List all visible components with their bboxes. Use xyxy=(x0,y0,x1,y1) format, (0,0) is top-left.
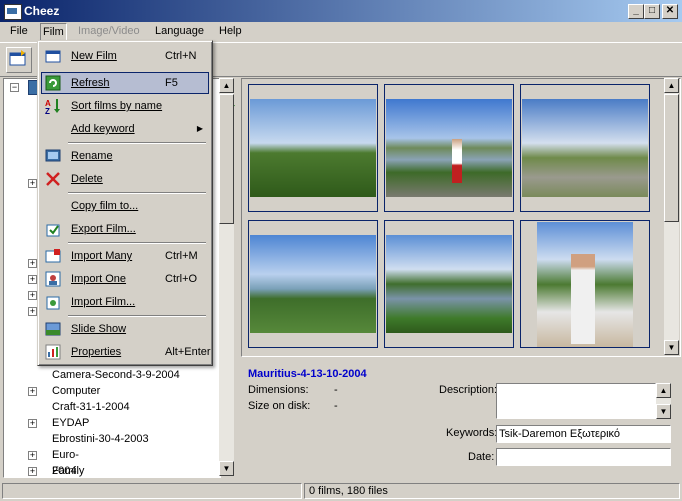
import-many-icon xyxy=(45,249,61,263)
film-info-panel: Mauritius-4-13-10-2004 Dimensions: - Siz… xyxy=(241,360,679,478)
menu-item-properties[interactable]: Properties Alt+Enter xyxy=(41,341,211,363)
tree-scrollbar[interactable]: ▲ ▼ xyxy=(219,78,234,476)
description-scrollbar[interactable]: ▲ ▼ xyxy=(656,383,671,419)
keywords-field[interactable]: Tsik-Daremon Εξωτερικό xyxy=(496,425,671,443)
new-film-icon xyxy=(9,50,26,66)
scroll-up-button[interactable]: ▲ xyxy=(219,78,234,93)
menu-item-add-keyword[interactable]: Add keyword ▶ xyxy=(41,118,209,140)
menu-item-import-film[interactable]: Import Film... xyxy=(41,291,209,313)
tree-item[interactable]: Camera-Second-3-9-2004 xyxy=(52,367,180,383)
app-icon xyxy=(4,4,22,20)
menu-bar: File Film Image/Video Language Help xyxy=(0,22,682,41)
menu-separator xyxy=(68,242,206,244)
dimensions-label: Dimensions: xyxy=(248,384,309,396)
gallery-scrollbar[interactable]: ▲ ▼ xyxy=(664,78,679,355)
photo-thumbnail[interactable] xyxy=(520,84,650,212)
delete-icon xyxy=(46,172,60,186)
photo-thumbnail[interactable] xyxy=(520,220,650,348)
photo-thumbnail[interactable] xyxy=(384,220,514,348)
window-title: Cheez xyxy=(24,4,60,18)
film-menu: New Film Ctrl+N Refresh F5 AZ Sort films b… xyxy=(37,40,213,366)
tree-item-label: EYDAP xyxy=(52,417,90,429)
scroll-up-button[interactable]: ▲ xyxy=(664,78,679,93)
tree-item-label: Computer xyxy=(52,385,101,397)
status-bar: 0 films, 180 files xyxy=(0,481,682,501)
tree-item[interactable]: Ebrostini-30-4-2003 xyxy=(52,431,149,447)
date-field[interactable] xyxy=(496,448,671,466)
menu-item-copy-film[interactable]: Copy film to... xyxy=(41,195,209,217)
photo-thumbnail[interactable] xyxy=(248,84,378,212)
size-value: - xyxy=(334,400,338,412)
import-film-icon xyxy=(46,296,60,310)
rename-icon xyxy=(45,149,61,162)
new-film-toolbar-button[interactable] xyxy=(6,47,32,73)
menu-language[interactable]: Language xyxy=(155,25,204,37)
new-film-icon xyxy=(45,50,61,63)
menu-item-new-film[interactable]: New Film Ctrl+N xyxy=(41,45,209,67)
menu-item-export-film[interactable]: Export Film... xyxy=(41,218,209,240)
minimize-button[interactable]: _ xyxy=(628,4,644,19)
date-label: Date: xyxy=(468,451,495,463)
refresh-icon xyxy=(45,75,61,91)
title-bar: Cheez _ □ ✕ xyxy=(0,0,682,22)
sort-az-icon: AZ xyxy=(45,99,60,114)
import-one-icon xyxy=(45,271,61,287)
tree-item[interactable]: Craft-31-1-2004 xyxy=(52,399,130,415)
scroll-down-button[interactable]: ▼ xyxy=(664,340,679,355)
menu-separator xyxy=(68,315,206,317)
close-button[interactable]: ✕ xyxy=(662,4,678,19)
menu-item-import-one[interactable]: Import One Ctrl+O xyxy=(41,268,209,290)
maximize-button[interactable]: □ xyxy=(644,4,660,19)
menu-item-rename[interactable]: Rename xyxy=(41,145,209,167)
menu-file[interactable]: File xyxy=(10,25,28,37)
description-label: Description: xyxy=(439,384,498,396)
menu-image-video[interactable]: Image/Video xyxy=(78,25,140,37)
scroll-down-button[interactable]: ▼ xyxy=(219,461,234,476)
menu-item-refresh[interactable]: Refresh F5 xyxy=(41,72,209,94)
menu-item-import-many[interactable]: Import Many Ctrl+M xyxy=(41,245,209,267)
photo-thumbnail[interactable] xyxy=(384,84,514,212)
menu-separator xyxy=(68,192,206,194)
slideshow-icon xyxy=(45,322,61,336)
svg-text:Z: Z xyxy=(45,107,50,114)
submenu-arrow-icon: ▶ xyxy=(196,124,203,133)
scroll-thumb[interactable] xyxy=(664,94,679,222)
menu-item-slide-show[interactable]: Slide Show xyxy=(41,318,209,340)
tree-item-label: Family xyxy=(52,465,85,477)
status-pane-left xyxy=(2,483,302,499)
scroll-up-button[interactable]: ▲ xyxy=(656,383,671,398)
menu-item-sort-films[interactable]: AZ Sort films by name xyxy=(41,95,209,117)
film-name: Mauritius-4-13-10-2004 xyxy=(248,368,367,380)
dimensions-value: - xyxy=(334,384,338,396)
properties-icon xyxy=(45,344,61,360)
scroll-down-button[interactable]: ▼ xyxy=(656,404,671,419)
size-label: Size on disk: xyxy=(248,400,311,412)
scroll-thumb[interactable] xyxy=(219,94,234,224)
keywords-label: Keywords: xyxy=(446,427,498,439)
photo-gallery[interactable] xyxy=(241,78,681,357)
menu-help[interactable]: Help xyxy=(219,25,242,37)
export-icon xyxy=(46,224,60,237)
status-text: 0 films, 180 files xyxy=(304,483,680,499)
menu-film[interactable]: Film xyxy=(40,23,67,41)
description-field[interactable] xyxy=(496,383,656,419)
menu-separator xyxy=(68,142,206,144)
menu-item-delete[interactable]: Delete xyxy=(41,168,209,190)
photo-thumbnail[interactable] xyxy=(248,220,378,348)
